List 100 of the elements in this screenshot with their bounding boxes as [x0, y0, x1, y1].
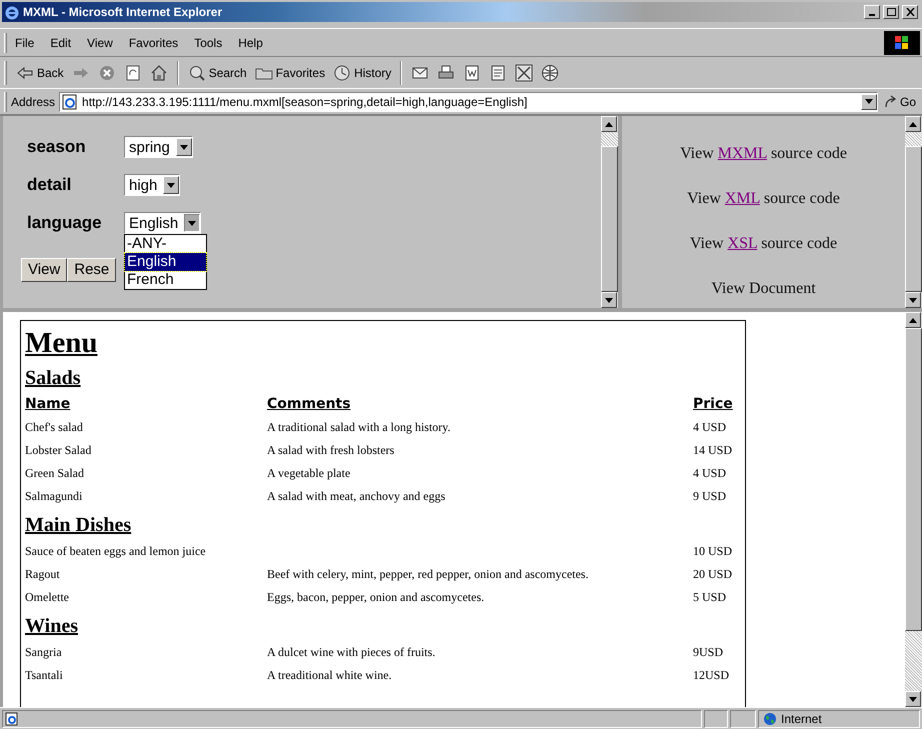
scroll-down-button[interactable] — [601, 292, 617, 308]
column-header: Price — [693, 395, 734, 414]
table-cell-text: 9 USD — [693, 488, 728, 505]
windows-flag-icon — [895, 36, 909, 50]
page-icon — [62, 94, 78, 110]
down-arrow-icon — [909, 696, 917, 702]
maximize-button[interactable] — [883, 5, 899, 19]
address-field[interactable]: http://143.233.3.195:1111/menu.mxml[season=spring,detail=high,language=English] — [59, 92, 878, 112]
toolbar-button[interactable]: Search — [184, 60, 250, 86]
table-cell-text: A salad with meat, anchovy and eggs — [267, 488, 446, 505]
menu-item[interactable]: Favorites — [120, 34, 186, 52]
table-cell-text: 20 USD — [693, 566, 734, 583]
down-arrow-icon — [909, 298, 917, 302]
column-header: Name — [25, 395, 72, 414]
source-link[interactable]: MXML — [718, 145, 767, 162]
scroll-thumb[interactable] — [905, 146, 922, 292]
go-arrow-icon — [884, 94, 898, 108]
caret-icon — [180, 144, 188, 150]
dropdown-option[interactable]: French — [125, 271, 206, 289]
scroll-up-button[interactable] — [905, 312, 921, 328]
source-link[interactable]: XSL — [728, 235, 758, 252]
dropdown[interactable]: English — [124, 212, 202, 234]
table-cell-text: Sangria — [25, 644, 63, 661]
document-title: Menu — [25, 326, 98, 361]
status-panel — [704, 710, 728, 728]
table-cell-text: A treaditional white wine. — [267, 667, 393, 684]
minimize-button[interactable] — [864, 5, 880, 19]
scrollbar[interactable] — [905, 312, 922, 707]
table-cell-text: Tsantali — [25, 667, 64, 684]
menu-item[interactable]: Help — [230, 34, 271, 52]
form-button[interactable]: Rese — [67, 258, 116, 282]
toolbar-button[interactable]: History — [330, 60, 394, 86]
table-cell-text: 4 USD — [693, 419, 728, 436]
table-cell-text: 9USD — [693, 644, 724, 661]
scroll-up-button[interactable] — [905, 116, 921, 132]
printer-icon — [437, 64, 456, 82]
section-heading: Wines — [25, 614, 79, 639]
dropdown-arrow-button[interactable] — [184, 214, 200, 232]
table-cell-text: Sauce of beaten eggs and lemon juice — [25, 543, 207, 560]
menu-item[interactable]: View — [79, 34, 121, 52]
address-dropdown-button[interactable] — [860, 94, 877, 110]
column-header: Comments — [267, 395, 352, 414]
table-cell-text: Omelette — [25, 589, 70, 606]
scroll-thumb[interactable] — [905, 328, 922, 631]
caret-icon — [188, 220, 196, 226]
page-icon — [5, 712, 19, 726]
table-cell-text: A salad with fresh lobsters — [267, 442, 396, 459]
table-cell-text: Eggs, bacon, pepper, onion and ascomycetes. — [267, 589, 486, 606]
table-cell-text: A traditional salad with a long history. — [267, 419, 452, 436]
table-cell-text: Chef's salad — [25, 419, 84, 436]
address-label: Address — [11, 94, 56, 110]
source-link-line: View MXML source code — [680, 144, 847, 164]
close-button[interactable] — [902, 5, 918, 19]
close-icon — [906, 8, 914, 16]
dropdown-option[interactable]: -ANY- — [125, 235, 206, 253]
go-button[interactable]: Go — [882, 92, 918, 110]
section-heading: Main Dishes — [25, 513, 132, 538]
form-button[interactable]: View — [21, 258, 68, 282]
history-icon — [333, 64, 352, 82]
section-heading: Salads — [25, 366, 82, 391]
field-label: language — [27, 212, 103, 234]
table-cell-text: 4 USD — [693, 465, 728, 482]
source-link[interactable]: XML — [724, 190, 760, 207]
search-icon — [188, 64, 206, 82]
scrollbar[interactable] — [601, 116, 618, 308]
menu-item[interactable]: Tools — [186, 34, 230, 52]
globe-icon — [541, 64, 560, 82]
table-cell-text: Salmagundi — [25, 488, 84, 505]
table-cell-text: Green Salad — [25, 465, 85, 482]
security-zone: Internet — [781, 710, 822, 728]
globe-icon — [763, 712, 777, 726]
toolbar-button[interactable]: Favorites — [252, 60, 328, 86]
table-cell-text: Beef with celery, mint, pepper, red pepper, onion and ascomycetes. — [267, 566, 590, 583]
scroll-down-button[interactable] — [905, 691, 921, 707]
menu-item[interactable]: File — [7, 34, 42, 52]
up-arrow-icon — [909, 318, 917, 322]
dropdown[interactable]: high — [124, 174, 180, 196]
table-cell-text: A vegetable plate — [267, 465, 352, 482]
scroll-down-button[interactable] — [905, 292, 921, 308]
source-link-line: View Document — [711, 279, 816, 299]
table-cell-text: Lobster Salad — [25, 442, 92, 459]
scroll-up-button[interactable] — [601, 116, 617, 132]
dropdown[interactable]: spring — [124, 136, 193, 158]
caret-icon — [864, 99, 873, 104]
scrollbar[interactable] — [905, 116, 922, 308]
table-cell-text: 5 USD — [693, 589, 728, 606]
status-panel — [730, 710, 756, 728]
table-cell-text: Ragout — [25, 566, 61, 583]
up-arrow-icon — [909, 122, 917, 126]
dropdown-option[interactable]: English — [125, 253, 206, 271]
toolbar-button[interactable]: Back — [13, 60, 67, 86]
notepad-icon — [489, 64, 508, 82]
field-label: season — [27, 136, 87, 158]
menu-item[interactable]: Edit — [42, 34, 80, 52]
table-cell-text: 10 USD — [693, 543, 734, 560]
stop-icon — [98, 64, 116, 82]
scroll-thumb[interactable] — [601, 146, 618, 292]
up-arrow-icon — [605, 122, 613, 126]
table-cell-text: A dulcet wine with pieces of fruits. — [267, 644, 436, 661]
table-cell-text: 12USD — [693, 667, 730, 684]
